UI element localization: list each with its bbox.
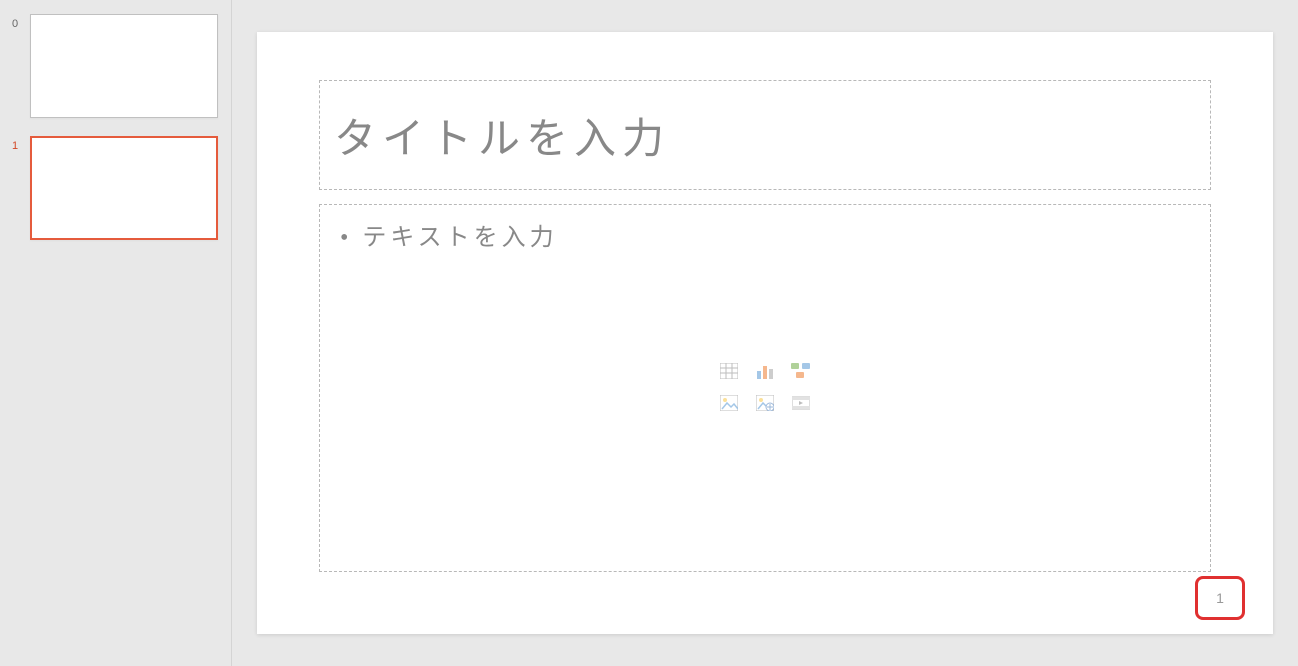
thumbnail-row-1: 1	[12, 136, 231, 240]
title-placeholder-text: タイトルを入力	[334, 105, 670, 166]
title-placeholder[interactable]: タイトルを入力	[319, 80, 1211, 190]
page-number-highlight: 1	[1195, 576, 1245, 620]
slide-canvas[interactable]: タイトルを入力 • テキストを入力	[257, 32, 1273, 634]
insert-chart-icon[interactable]	[752, 360, 778, 382]
slide-editor-area: タイトルを入力 • テキストを入力	[232, 0, 1298, 666]
insert-online-picture-icon[interactable]	[752, 392, 778, 414]
slide-thumbnail-1[interactable]	[30, 136, 218, 240]
slide-thumbnail-panel: 0 1	[0, 0, 232, 666]
thumbnail-row-0: 0	[12, 14, 231, 118]
insert-smartart-icon[interactable]	[788, 360, 814, 382]
content-placeholder[interactable]: • テキストを入力	[319, 204, 1211, 572]
insert-table-icon[interactable]	[716, 360, 742, 382]
content-placeholder-text: • テキストを入力	[340, 217, 1190, 252]
thumbnail-number: 1	[12, 136, 30, 152]
insert-picture-icon[interactable]	[716, 392, 742, 414]
content-insert-icons	[716, 360, 814, 416]
insert-video-icon[interactable]	[788, 392, 814, 414]
slide-page-number: 1	[1216, 590, 1224, 606]
slide-thumbnail-0[interactable]	[30, 14, 218, 118]
thumbnail-number: 0	[12, 14, 30, 30]
